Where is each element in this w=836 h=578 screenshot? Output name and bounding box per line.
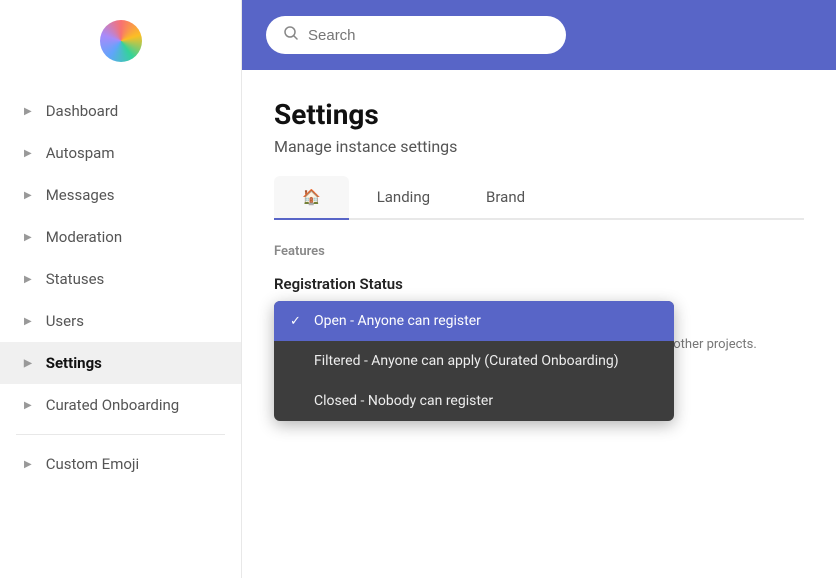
sidebar-divider: [16, 434, 225, 435]
chevron-icon: ▶: [24, 358, 32, 369]
logo-area: [0, 0, 241, 82]
content-area: Settings Manage instance settings 🏠 Land…: [242, 70, 836, 578]
sidebar-item-statuses[interactable]: ▶ Statuses: [0, 258, 241, 300]
sidebar-item-autospam[interactable]: ▶ Autospam: [0, 132, 241, 174]
sidebar-item-custom-emoji[interactable]: ▶ Custom Emoji: [0, 443, 241, 485]
sidebar-item-moderation[interactable]: ▶ Moderation: [0, 216, 241, 258]
chevron-icon: ▶: [24, 459, 32, 470]
header: [242, 0, 836, 70]
sidebar: ▶ Dashboard ▶ Autospam ▶ Messages ▶ Mode…: [0, 0, 242, 578]
tab-landing-label: Landing: [377, 188, 430, 206]
main-area: Settings Manage instance settings 🏠 Land…: [242, 0, 836, 578]
home-icon: 🏠: [302, 188, 321, 206]
sidebar-item-label: Custom Emoji: [46, 455, 139, 473]
app-logo: [100, 20, 142, 62]
sidebar-item-label: Settings: [46, 354, 102, 372]
tab-brand-label: Brand: [486, 188, 525, 206]
option-label: Open - Anyone can register: [314, 313, 481, 329]
sidebar-nav: ▶ Dashboard ▶ Autospam ▶ Messages ▶ Mode…: [0, 82, 241, 578]
dropdown-option-open[interactable]: ✓ Open - Anyone can register: [274, 301, 674, 341]
search-bar[interactable]: [266, 16, 566, 54]
sidebar-item-settings[interactable]: ▶ Settings: [0, 342, 241, 384]
chevron-icon: ▶: [24, 274, 32, 285]
chevron-icon: ▶: [24, 400, 32, 411]
option-label: Filtered - Anyone can apply (Curated Onb…: [314, 353, 619, 369]
sidebar-item-label: Users: [46, 312, 84, 330]
check-icon: ✓: [290, 314, 306, 329]
chevron-icon: ▶: [24, 148, 32, 159]
sidebar-item-label: Statuses: [46, 270, 105, 288]
chevron-icon: ▶: [24, 232, 32, 243]
tab-brand[interactable]: Brand: [458, 176, 553, 220]
page-subtitle: Manage instance settings: [274, 137, 804, 156]
tab-home[interactable]: 🏠: [274, 176, 349, 220]
chevron-icon: ▶: [24, 106, 32, 117]
tab-landing[interactable]: Landing: [349, 176, 458, 220]
sidebar-item-label: Moderation: [46, 228, 122, 246]
sidebar-item-label: Curated Onboarding: [46, 396, 180, 414]
chevron-icon: ▶: [24, 316, 32, 327]
dropdown-menu: ✓ Open - Anyone can register Filtered - …: [274, 301, 674, 421]
search-input[interactable]: [308, 27, 528, 44]
sidebar-item-users[interactable]: ▶ Users: [0, 300, 241, 342]
sidebar-item-label: Autospam: [46, 144, 115, 162]
sidebar-item-label: Dashboard: [46, 102, 119, 120]
sidebar-item-label: Messages: [46, 186, 115, 204]
sidebar-item-dashboard[interactable]: ▶ Dashboard: [0, 90, 241, 132]
chevron-icon: ▶: [24, 190, 32, 201]
sidebar-item-curated-onboarding[interactable]: ▶ Curated Onboarding: [0, 384, 241, 426]
section-label: Features: [274, 244, 804, 259]
field-label-registration: Registration Status: [274, 275, 804, 293]
tabs-bar: 🏠 Landing Brand: [274, 176, 804, 220]
option-label: Closed - Nobody can register: [314, 393, 493, 409]
dropdown-option-filtered[interactable]: Filtered - Anyone can apply (Curated Onb…: [274, 341, 674, 381]
search-icon: [284, 26, 298, 44]
sidebar-item-messages[interactable]: ▶ Messages: [0, 174, 241, 216]
page-title: Settings: [274, 98, 804, 131]
dropdown-option-closed[interactable]: Closed - Nobody can register: [274, 381, 674, 421]
